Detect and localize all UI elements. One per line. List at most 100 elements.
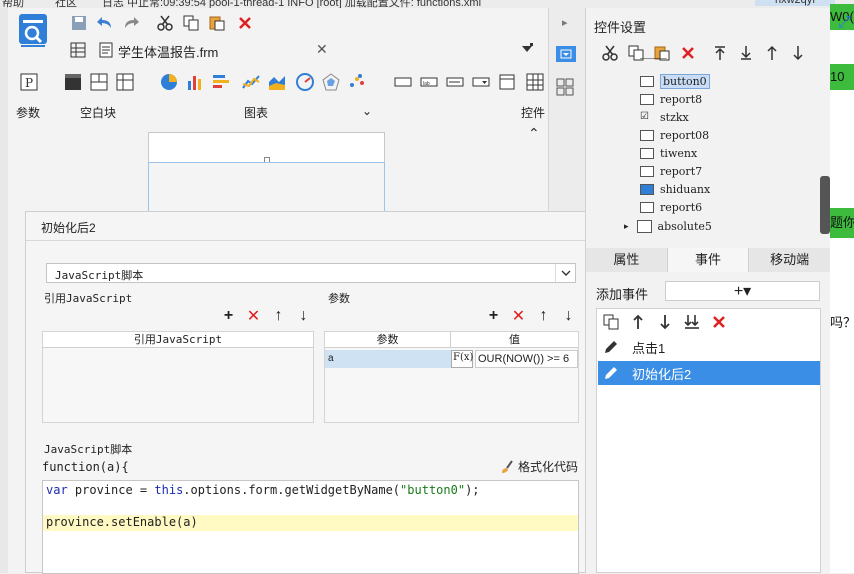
grid-widget-icon[interactable] <box>526 73 544 91</box>
tab-mobile[interactable]: 移动端 <box>749 248 832 272</box>
redo-icon[interactable] <box>120 12 142 34</box>
tree-item-tiwenx[interactable]: tiwenx <box>640 145 697 162</box>
event-item-click[interactable]: 点击1 <box>598 335 820 359</box>
bg-fragment-3: 题你 <box>830 208 854 238</box>
move-down-icon[interactable] <box>788 43 807 62</box>
block-icon[interactable] <box>64 73 82 91</box>
move-down-icon[interactable]: ↓ <box>294 306 313 325</box>
tree-item-report08[interactable]: report08 <box>640 127 709 144</box>
date-widget-icon[interactable] <box>498 73 516 91</box>
delete-icon[interactable]: ✕ <box>509 306 528 325</box>
param-value-cell[interactable]: OUR(NOW()) >= 6 <box>475 350 578 368</box>
ribbon-expand-icon[interactable]: ⌄ <box>362 104 372 118</box>
area-chart-icon[interactable] <box>268 73 286 91</box>
tree-item-absolute5[interactable]: ▸ absolute5 <box>624 218 712 235</box>
label-widget-icon[interactable]: lab <box>420 73 438 91</box>
menu-community[interactable]: 社区 <box>55 0 77 8</box>
add-event-button[interactable]: +▾ <box>665 281 820 301</box>
move-down-icon[interactable] <box>655 312 674 331</box>
gauge-chart-icon[interactable] <box>296 73 314 91</box>
widget-settings-icon[interactable] <box>556 46 576 62</box>
app-logo-icon[interactable] <box>17 12 49 48</box>
user-name[interactable]: nxw2qyf <box>755 0 836 6</box>
delete-icon[interactable]: ✕ <box>244 306 263 325</box>
add-icon[interactable]: + <box>219 306 238 325</box>
left-gutter <box>0 8 8 573</box>
format-code-label: 格式化代码 <box>518 460 579 474</box>
panel-tabs: 属性 事件 移动端 <box>586 248 832 272</box>
add-icon[interactable]: + <box>484 306 503 325</box>
expand-panel-icon[interactable]: ⤢ <box>838 14 851 32</box>
code-line-1: var province = this.options.form.getWidg… <box>46 483 480 497</box>
bar-chart-icon[interactable] <box>186 73 204 91</box>
copy-icon[interactable] <box>180 12 202 34</box>
tab-events[interactable]: 事件 <box>667 248 750 272</box>
tree-item-report7[interactable]: report7 <box>640 163 702 180</box>
scrollbar-thumb[interactable] <box>820 176 830 234</box>
menu-help[interactable]: 帮助 <box>2 0 24 8</box>
tree-item-report8[interactable]: report8 <box>640 91 702 108</box>
brush-icon <box>500 459 514 474</box>
edit-icon[interactable] <box>602 339 620 355</box>
move-down-icon[interactable]: ↓ <box>559 306 578 325</box>
document-tab[interactable]: 学生体温报告.frm ✕ <box>64 38 339 62</box>
report-widget-icon <box>640 166 654 177</box>
script-type-select[interactable]: JavaScript脚本 <box>46 263 576 283</box>
hbar-chart-icon[interactable] <box>212 73 230 91</box>
tree-item-report6[interactable]: report6 <box>640 199 702 216</box>
chevron-down-icon[interactable] <box>555 264 575 282</box>
close-tab-icon[interactable]: ✕ <box>316 41 328 58</box>
scatter-chart-icon[interactable] <box>348 73 366 91</box>
delete-icon[interactable] <box>709 312 728 331</box>
save-icon[interactable] <box>68 12 90 34</box>
paste-icon[interactable] <box>206 12 228 34</box>
ribbon: P lab 参数 空白块 图表 ⌄ 控件 <box>8 66 548 122</box>
bg-fragment-4: 吗？ <box>830 308 854 338</box>
add-event-label: 添加事件 <box>596 287 649 302</box>
bg-gap <box>830 90 854 208</box>
move-bottom-icon[interactable] <box>736 43 755 62</box>
move-up-icon[interactable] <box>762 43 781 62</box>
tab-properties[interactable]: 属性 <box>586 248 668 272</box>
dialog-title: 初始化后2 <box>41 221 96 235</box>
scroll-up-icon[interactable]: ⌃ <box>528 125 540 142</box>
tree-item-stzkx[interactable]: ☑ stzkx <box>640 109 689 126</box>
undo-icon[interactable] <box>94 12 116 34</box>
tab-menu-icon[interactable] <box>520 42 534 56</box>
button-widget-icon[interactable] <box>394 73 412 91</box>
pie-chart-icon[interactable] <box>160 73 178 91</box>
svg-text:lab: lab <box>423 81 430 87</box>
text-widget-icon[interactable] <box>446 73 464 91</box>
grid-view-icon[interactable] <box>70 42 86 58</box>
radar-chart-icon[interactable] <box>322 73 340 91</box>
code-editor[interactable]: var province = this.options.form.getWidg… <box>42 480 579 574</box>
cut-icon[interactable] <box>600 43 619 62</box>
tree-expand-icon[interactable]: ▸ <box>624 222 629 232</box>
tree-item-shiduanx[interactable]: shiduanx <box>640 181 710 198</box>
format-code-button[interactable]: 格式化代码 <box>500 458 578 475</box>
collapse-arrow-icon[interactable]: ▸ <box>562 16 568 29</box>
ref-js-grid[interactable]: 引用JavaScript <box>42 331 314 423</box>
copy-icon[interactable] <box>601 312 620 331</box>
move-up-icon[interactable] <box>628 312 647 331</box>
params-grid[interactable]: 参数 值 a F(x) OUR(NOW()) >= 6 <box>324 331 579 423</box>
event-item-after-init[interactable]: 初始化后2 <box>598 361 820 385</box>
param-name-cell[interactable]: a <box>325 350 451 368</box>
formula-button[interactable]: F(x) <box>451 350 473 368</box>
line-chart-icon[interactable] <box>242 73 260 91</box>
text-widget-icon <box>640 148 654 159</box>
form-file-icon <box>98 42 114 58</box>
move-up-icon[interactable]: ↑ <box>269 306 288 325</box>
tree-item-button0[interactable]: button0 <box>640 73 710 90</box>
edit-icon[interactable] <box>602 365 620 381</box>
move-bottom-icon[interactable] <box>682 312 701 331</box>
table-block-icon[interactable] <box>116 73 134 91</box>
form-widget-selected[interactable] <box>148 162 385 212</box>
delete-icon[interactable] <box>234 12 256 34</box>
split-block-icon[interactable] <box>90 73 108 91</box>
move-up-icon[interactable]: ↑ <box>534 306 553 325</box>
cut-icon[interactable] <box>154 12 176 34</box>
combo-widget-icon[interactable] <box>472 73 490 91</box>
parameter-icon[interactable]: P <box>20 73 38 91</box>
layout-icon[interactable] <box>556 78 574 96</box>
